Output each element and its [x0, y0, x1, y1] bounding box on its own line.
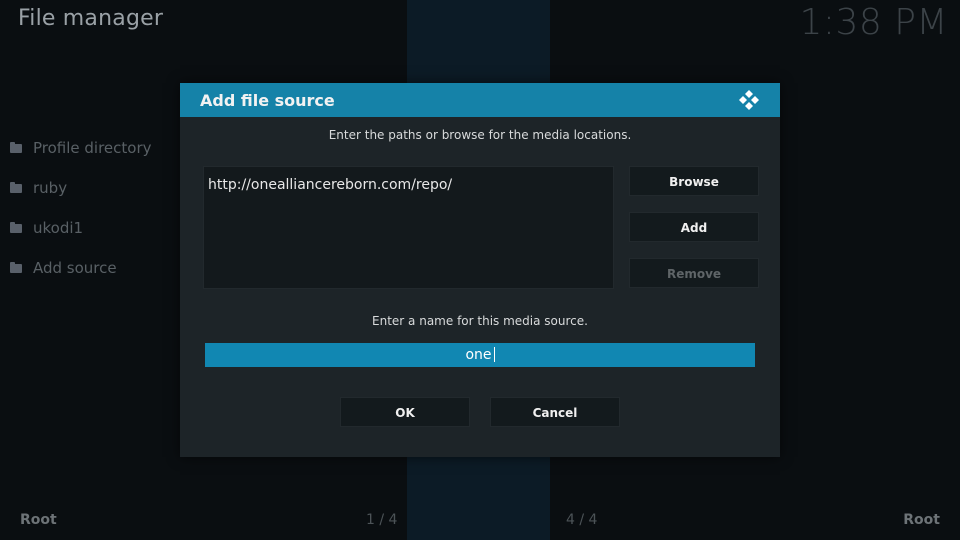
- dialog-title: Add file source: [200, 91, 335, 110]
- add-file-source-dialog: Add file source Enter the paths or brows…: [180, 83, 780, 457]
- path-list-item[interactable]: http://onealliancereborn.com/repo/: [208, 177, 452, 193]
- source-item-ukodi1[interactable]: ukodi1: [10, 208, 152, 248]
- source-item-label: Profile directory: [33, 139, 152, 157]
- text-caret: [493, 346, 495, 362]
- page-title: File manager: [18, 6, 164, 31]
- source-item-label: ukodi1: [33, 219, 84, 237]
- source-item-ruby[interactable]: ruby: [10, 168, 152, 208]
- folder-icon: [10, 181, 22, 193]
- remove-button[interactable]: Remove: [629, 258, 759, 288]
- footer-root-right: Root: [903, 512, 940, 528]
- folder-icon: [10, 141, 22, 153]
- folder-icon: [10, 221, 22, 233]
- source-item-add-source[interactable]: Add source: [10, 248, 152, 288]
- browse-button[interactable]: Browse: [629, 166, 759, 196]
- add-button[interactable]: Add: [629, 212, 759, 242]
- clock: 1:38 PM: [799, 2, 948, 43]
- media-source-name-input[interactable]: one: [205, 343, 755, 367]
- footer-page-right: 4 / 4: [566, 512, 598, 528]
- source-list: Profile directory ruby ukodi1 Add source: [10, 128, 152, 288]
- paths-instruction: Enter the paths or browse for the media …: [328, 128, 632, 142]
- source-item-profile-directory[interactable]: Profile directory: [10, 128, 152, 168]
- footer-root-left: Root: [20, 512, 57, 528]
- cancel-button[interactable]: Cancel: [490, 397, 620, 427]
- folder-icon: [10, 261, 22, 273]
- footer-bar: Root 1 / 4 4 / 4 Root: [0, 500, 960, 540]
- file-manager-screen: File manager 1:38 PM Profile directory r…: [0, 0, 960, 540]
- name-instruction: Enter a name for this media source.: [372, 314, 588, 328]
- footer-page-left: 1 / 4: [366, 512, 398, 528]
- dialog-header: Add file source: [180, 83, 780, 117]
- kodi-logo-icon: [739, 90, 759, 110]
- ok-button[interactable]: OK: [340, 397, 470, 427]
- path-list[interactable]: http://onealliancereborn.com/repo/: [203, 166, 614, 289]
- source-item-label: Add source: [33, 259, 117, 277]
- name-input-value: one: [465, 347, 492, 363]
- source-item-label: ruby: [33, 179, 68, 197]
